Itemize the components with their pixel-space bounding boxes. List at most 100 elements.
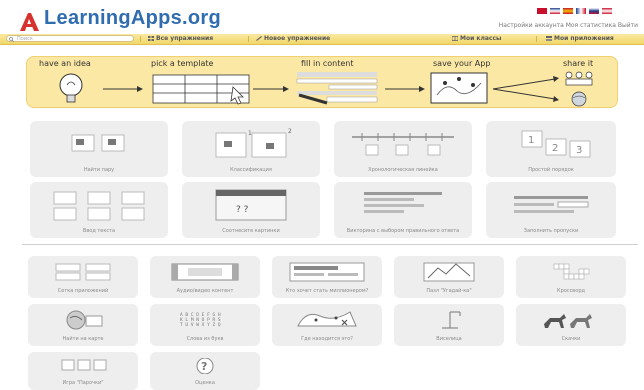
logo[interactable]: LearningApps.org [18, 6, 221, 32]
text-input-thumbnail-icon [53, 191, 145, 221]
template-label: Сетка приложений [57, 288, 109, 294]
apps-icon [546, 36, 552, 41]
question-mark-icon: ? [196, 358, 214, 374]
where-is-it-thumbnail-icon [297, 311, 357, 327]
template-label: Игра "Парочки" [62, 380, 104, 386]
template-tile[interactable]: Хронологическая линейка [334, 121, 472, 177]
nav-divider [536, 36, 537, 42]
template-label: Кроссворд [557, 288, 585, 294]
template-label: Скачки [561, 336, 581, 342]
fill-content-icon [296, 72, 378, 105]
svg-text:T U V W X Y Z Q: T U V W X Y Z Q [180, 322, 221, 328]
template-tile[interactable]: Пазл "Угадай-ка" [394, 256, 504, 298]
template-tile[interactable]: Ввод текста [30, 182, 168, 238]
classification-thumbnail-icon: 12 [215, 128, 292, 158]
navbar: Поиск Все упражнения Новое упражнение Мо… [0, 34, 644, 45]
template-tile[interactable]: 1 2 3 Простой порядок [486, 121, 616, 177]
nav-new-app[interactable]: Новое упражнение [256, 35, 330, 43]
search-input[interactable]: Поиск [6, 35, 134, 42]
horse-race-thumbnail-icon [544, 314, 592, 328]
template-tile[interactable]: Викторина с выбором правильного ответа [334, 182, 472, 238]
template-tile[interactable]: 12 Классификация [182, 121, 320, 177]
pairs-thumbnail-icon [71, 134, 125, 152]
nav-all-apps[interactable]: Все упражнения [148, 35, 213, 43]
fill-gaps-thumbnail-icon [514, 196, 589, 213]
template-label: Аудио/видео контент [176, 288, 234, 294]
nav-divider [140, 36, 141, 42]
search-icon [9, 37, 14, 42]
hangman-thumbnail-icon [442, 311, 461, 329]
nav-label: Мои приложения [554, 35, 614, 42]
logo-a-icon [20, 13, 39, 31]
ordering-thumbnail-icon: 1 2 3 [521, 130, 591, 158]
millionaire-thumbnail-icon [289, 262, 365, 282]
template-tile[interactable]: Заполнить пропуски [486, 182, 616, 238]
nav-my-apps[interactable]: Мои приложения [546, 35, 614, 43]
template-label: Хронологическая линейка [368, 167, 438, 173]
quiz-thumbnail-icon [364, 192, 442, 213]
template-label: Кто хочет стать миллионером? [285, 288, 369, 294]
template-label: Найти на карте [62, 336, 104, 342]
template-label: Оценка [195, 380, 215, 386]
template-label: Викторина с выбором правильного ответа [346, 228, 460, 234]
banner-illustration [59, 71, 593, 107]
class-icon [452, 36, 458, 41]
template-tile[interactable]: Кто хочет стать миллионером? [272, 256, 382, 298]
flag-icon[interactable] [537, 8, 547, 14]
template-tile[interactable]: Аудио/видео контент [150, 256, 260, 298]
template-tile[interactable]: Где находится это? [272, 304, 382, 346]
lightbulb-icon [59, 73, 83, 103]
account-links[interactable]: Настройки аккаунта Моя статистика Выйти [499, 22, 638, 29]
template-tile[interactable]: Найти на карте [28, 304, 138, 346]
flag-icon[interactable] [602, 8, 612, 14]
template-label: Простой порядок [528, 167, 574, 173]
crossword-thumbnail-icon [553, 263, 590, 280]
template-label: Ввод текста [82, 228, 116, 234]
template-tile[interactable]: Кроссворд [516, 256, 626, 298]
nav-label: Мои классы [460, 35, 502, 42]
svg-text:1: 1 [528, 135, 534, 146]
template-grid-icon [152, 74, 250, 105]
nav-my-classes[interactable]: Мои классы [452, 35, 501, 43]
puzzle-thumbnail-icon [423, 262, 475, 282]
nav-label: Все упражнения [156, 35, 214, 42]
svg-text:1: 1 [248, 130, 252, 137]
section-divider [22, 244, 638, 245]
template-tile[interactable]: Сетка приложений [28, 256, 138, 298]
template-tile[interactable]: ? Оценка [150, 352, 260, 390]
template-label: Где находится это? [301, 336, 353, 342]
flag-icon[interactable] [576, 8, 586, 14]
timeline-thumbnail-icon [352, 133, 454, 156]
svg-text:2: 2 [288, 128, 292, 135]
app-matrix-thumbnail-icon [55, 263, 111, 281]
flag-icon[interactable] [550, 8, 560, 14]
nav-label: Новое упражнение [264, 35, 331, 42]
template-label: Слова из букв [186, 336, 224, 342]
map-thumbnail-icon [66, 310, 103, 330]
template-label: Заполнить пропуски [523, 228, 579, 234]
flag-icon[interactable] [563, 8, 573, 14]
template-tile[interactable]: ? ? Соотнесите картинки [182, 182, 320, 238]
template-tile[interactable]: Найти пару [30, 121, 168, 177]
template-tile[interactable]: A B C D E F G H K L M N O P R S T U V W … [150, 304, 260, 346]
template-label: Пазл "Угадай-ка" [426, 288, 472, 294]
image-match-thumbnail-icon: ? ? [215, 189, 287, 221]
svg-text:? ?: ? ? [236, 205, 249, 215]
template-tile[interactable]: Игра "Парочки" [28, 352, 138, 390]
template-tile[interactable]: Скачки [516, 304, 626, 346]
template-tile[interactable]: Виселица [394, 304, 504, 346]
search-placeholder: Поиск [17, 36, 33, 42]
language-flags[interactable] [537, 8, 612, 16]
people-icon [565, 71, 593, 86]
pencil-icon [256, 36, 262, 41]
svg-text:2: 2 [552, 143, 558, 154]
flag-icon[interactable] [589, 8, 599, 14]
template-label: Виселица [436, 336, 462, 342]
header: LearningApps.org Настройки аккаунта Моя … [0, 0, 644, 34]
saved-app-icon [430, 72, 488, 104]
template-label: Соотнесите картинки [222, 228, 280, 234]
template-label: Найти пару [83, 167, 115, 173]
globe-icon [571, 91, 587, 107]
svg-text:?: ? [201, 360, 207, 373]
nav-divider [248, 36, 249, 42]
